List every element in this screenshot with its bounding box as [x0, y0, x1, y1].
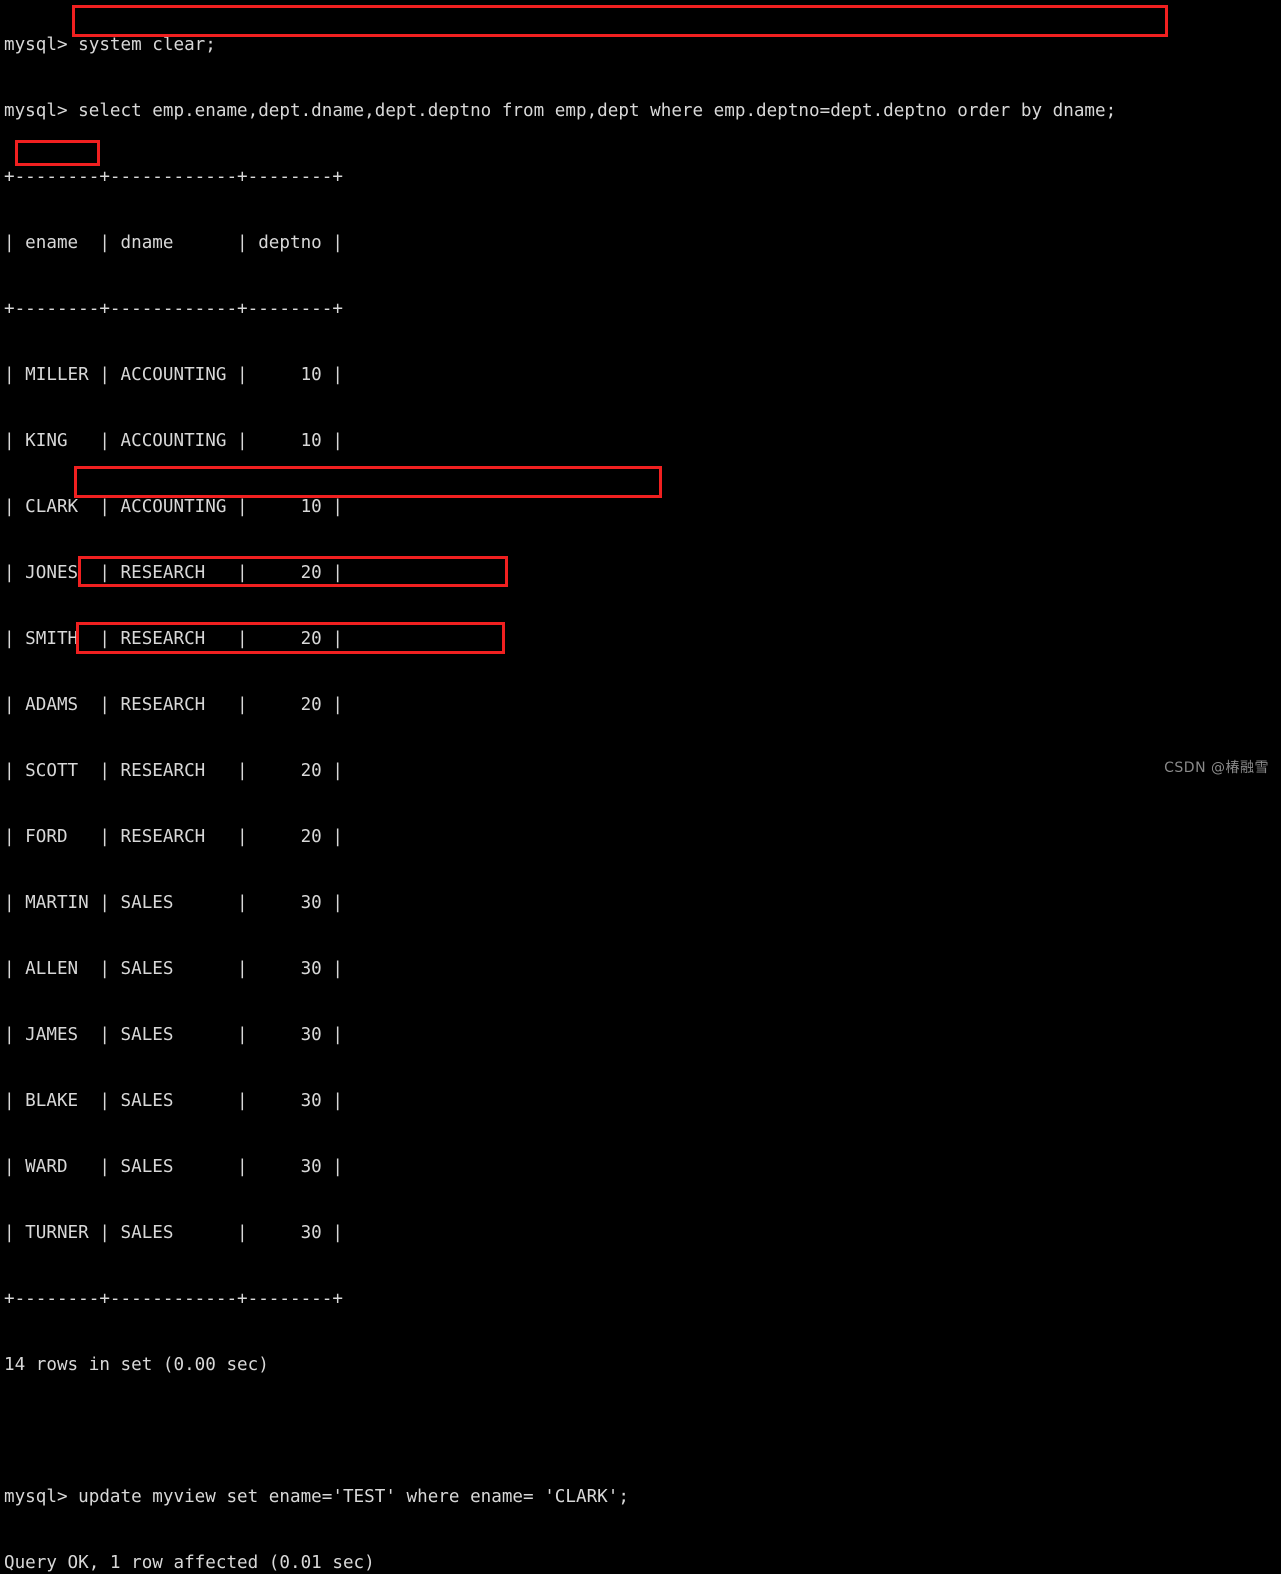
terminal-line: | BLAKE | SALES | 30 |: [4, 1091, 343, 1111]
terminal-line: +--------+------------+--------+: [4, 167, 343, 187]
terminal-line: | MILLER | ACCOUNTING | 10 |: [4, 365, 343, 385]
terminal-scroll-area: mysql> system clear; mysql> select emp.e…: [4, 0, 1281, 1574]
watermark: CSDN @椿融雪: [1164, 760, 1269, 776]
terminal-line: | KING | ACCOUNTING | 10 |: [4, 431, 343, 451]
terminal-line: +--------+------------+--------+: [4, 1289, 343, 1309]
terminal-line: | JAMES | SALES | 30 |: [4, 1025, 343, 1045]
terminal-line: | ADAMS | RESEARCH | 20 |: [4, 695, 343, 715]
terminal-line: mysql> update myview set ename='TEST' wh…: [4, 1487, 629, 1507]
terminal-line: | ename | dname | deptno |: [4, 233, 343, 253]
terminal-line: | FORD | RESEARCH | 20 |: [4, 827, 343, 847]
terminal-line: | MARTIN | SALES | 30 |: [4, 893, 343, 913]
terminal-line: | SMITH | RESEARCH | 20 |: [4, 629, 343, 649]
terminal-line: +--------+------------+--------+: [4, 299, 343, 319]
terminal-line: | TURNER | SALES | 30 |: [4, 1223, 343, 1243]
terminal-line: | CLARK | ACCOUNTING | 10 |: [4, 497, 343, 517]
terminal-line: Query OK, 1 row affected (0.01 sec): [4, 1553, 375, 1573]
terminal-line: mysql> system clear;: [4, 35, 216, 55]
terminal-line: 14 rows in set (0.00 sec): [4, 1355, 269, 1375]
terminal-line: | ALLEN | SALES | 30 |: [4, 959, 343, 979]
terminal-line: | SCOTT | RESEARCH | 20 |: [4, 761, 343, 781]
terminal-line: | WARD | SALES | 30 |: [4, 1157, 343, 1177]
terminal-line: | JONES | RESEARCH | 20 |: [4, 563, 343, 583]
terminal-line: mysql> select emp.ename,dept.dname,dept.…: [4, 101, 1117, 121]
terminal-window[interactable]: mysql> system clear; mysql> select emp.e…: [0, 0, 1281, 1573]
